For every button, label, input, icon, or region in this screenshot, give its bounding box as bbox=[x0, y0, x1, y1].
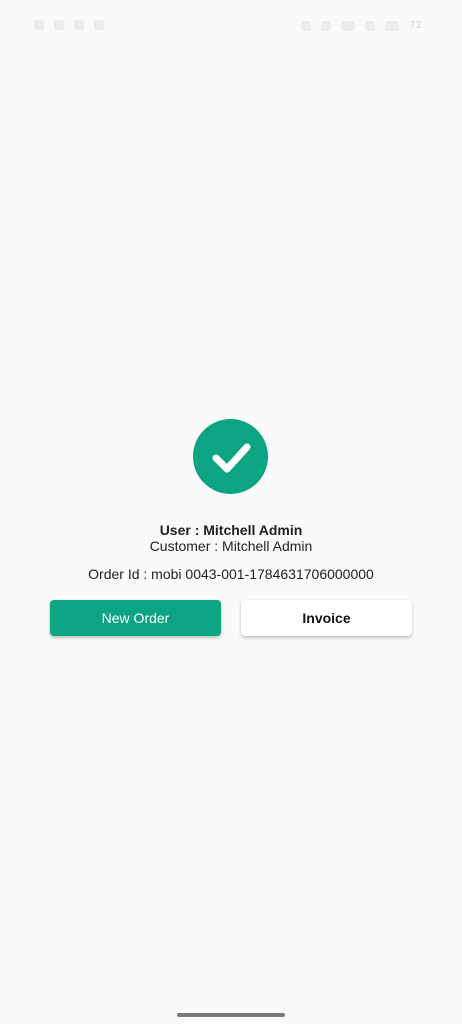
battery-level: 72 bbox=[409, 20, 422, 31]
notification-icon bbox=[54, 20, 64, 30]
new-order-button[interactable]: New Order bbox=[50, 600, 221, 636]
check-icon bbox=[212, 443, 250, 472]
order-id: Order Id : mobi 0043-001-178463170600000… bbox=[88, 566, 374, 582]
wifi-icon bbox=[365, 20, 376, 31]
success-check-icon bbox=[193, 419, 268, 494]
status-icons-left bbox=[34, 20, 104, 30]
status-icons-right: 72 bbox=[301, 20, 422, 31]
notification-icon bbox=[94, 20, 104, 30]
user-name: User : Mitchell Admin bbox=[159, 522, 303, 538]
customer-name: Customer : Mitchell Admin bbox=[149, 538, 313, 554]
notification-icon bbox=[74, 20, 84, 30]
home-indicator[interactable] bbox=[177, 1013, 285, 1017]
signal-icon bbox=[341, 20, 356, 31]
alarm-icon bbox=[301, 20, 312, 31]
network-icon bbox=[385, 20, 400, 31]
notification-icon bbox=[34, 20, 44, 30]
vibrate-icon bbox=[321, 20, 332, 31]
invoice-button[interactable]: Invoice bbox=[241, 600, 412, 636]
status-bar: 72 bbox=[0, 0, 462, 52]
